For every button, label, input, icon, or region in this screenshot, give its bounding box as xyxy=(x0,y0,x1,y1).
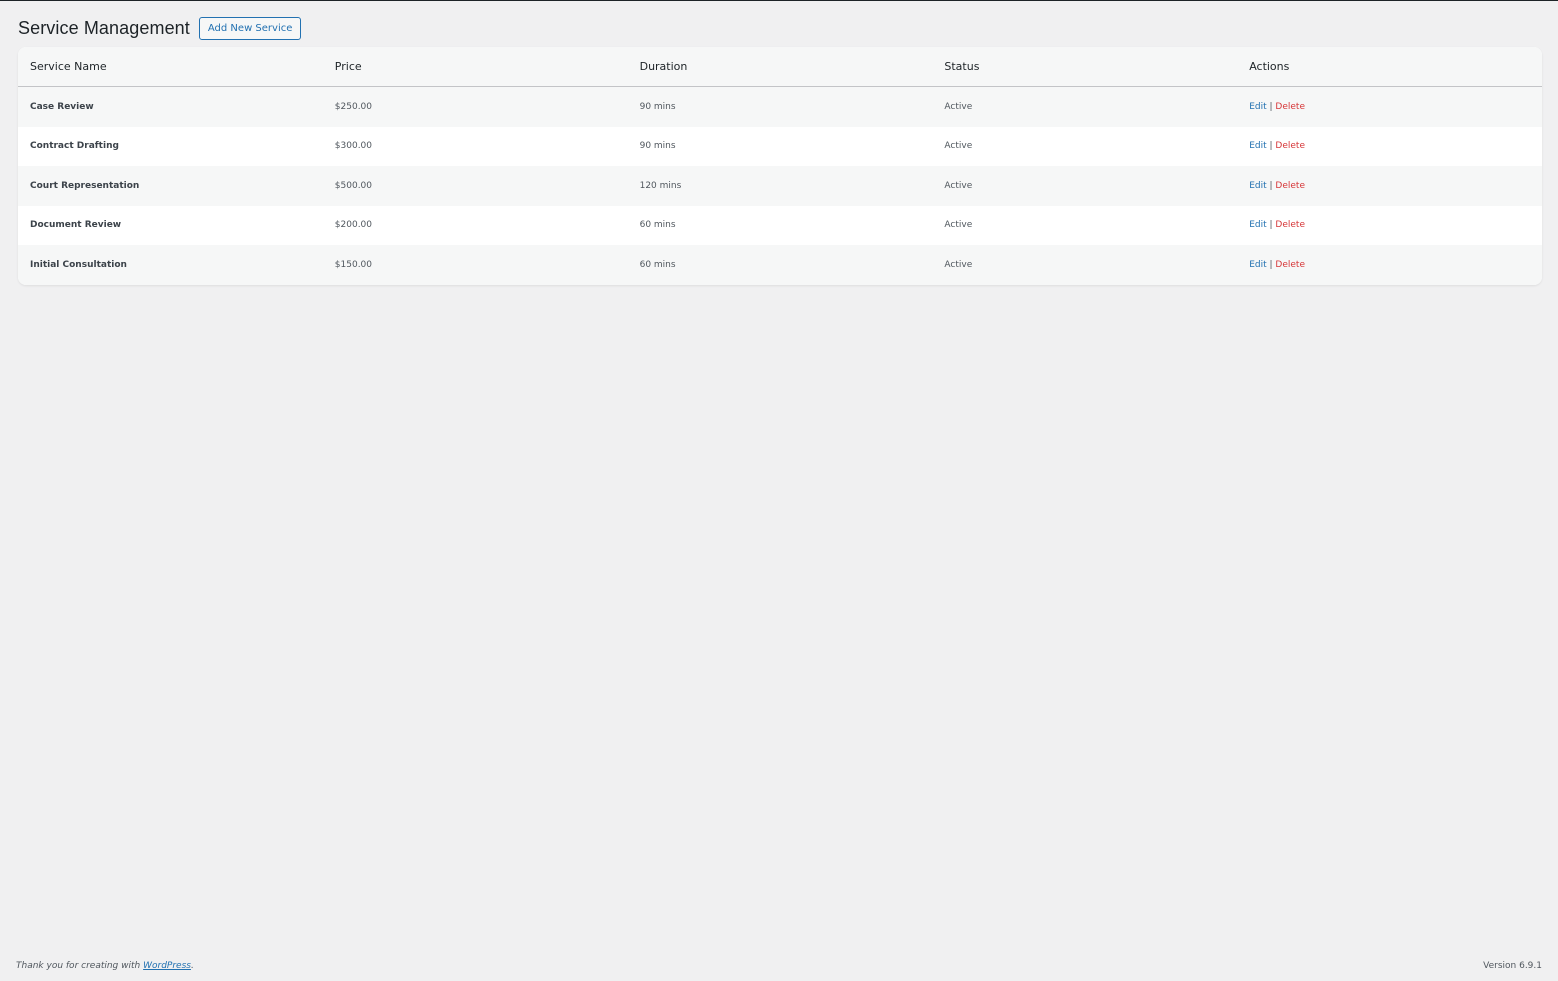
service-actions: Edit | Delete xyxy=(1237,86,1542,127)
service-status: Active xyxy=(932,86,1238,127)
action-separator: | xyxy=(1269,220,1273,231)
service-price: $150.00 xyxy=(322,245,628,285)
footer-thanks: Thank you for creating with WordPress. xyxy=(16,961,194,971)
action-separator: | xyxy=(1269,141,1273,152)
edit-link[interactable]: Edit xyxy=(1249,220,1266,230)
column-header-service-name: Service Name xyxy=(18,47,323,87)
page-title: Service Management xyxy=(18,18,190,38)
table-header-row: Service Name Price Duration Status Actio… xyxy=(18,47,1542,87)
wordpress-link[interactable]: WordPress xyxy=(143,961,191,971)
action-separator: | xyxy=(1269,180,1273,191)
delete-link[interactable]: Delete xyxy=(1275,102,1305,112)
delete-link[interactable]: Delete xyxy=(1275,220,1305,230)
service-duration: 120 mins xyxy=(627,166,933,206)
service-actions: Edit | Delete xyxy=(1237,206,1542,246)
column-header-duration: Duration xyxy=(627,47,933,87)
column-header-status: Status xyxy=(932,47,1238,87)
footer-version: Version 6.9.1 xyxy=(1483,961,1542,971)
service-price: $300.00 xyxy=(334,141,373,152)
service-price: $250.00 xyxy=(322,86,628,127)
service-actions: Edit | Delete xyxy=(1237,127,1542,167)
services-table-card: Service Name Price Duration Status Actio… xyxy=(18,47,1542,285)
add-new-service-button[interactable]: Add New Service xyxy=(198,17,302,40)
service-status: Active xyxy=(932,166,1238,206)
service-duration: 90 mins xyxy=(639,141,676,152)
service-price: $500.00 xyxy=(322,166,628,206)
table-row: Case Review $250.00 90 mins Active Edit | De… xyxy=(18,86,1542,127)
service-status: Active xyxy=(932,245,1238,285)
table-row: Contract Drafting $300.00 90 mins Active Edi… xyxy=(18,127,1542,167)
table-row: Document Review $200.00 60 mins Active Edit … xyxy=(18,206,1542,246)
column-header-price: Price xyxy=(322,47,628,87)
service-name: Case Review xyxy=(18,86,323,127)
column-header-actions: Actions xyxy=(1237,47,1542,87)
footer-thanks-suffix: . xyxy=(190,961,194,971)
service-name: Contract Drafting xyxy=(30,141,119,152)
edit-link[interactable]: Edit xyxy=(1249,260,1266,270)
service-status: Active xyxy=(944,141,973,152)
service-name: Court Representation xyxy=(18,166,323,206)
edit-link[interactable]: Edit xyxy=(1249,102,1266,112)
delete-link[interactable]: Delete xyxy=(1275,141,1305,151)
edit-link[interactable]: Edit xyxy=(1249,181,1266,191)
service-actions: Edit | Delete xyxy=(1237,245,1542,285)
action-separator: | xyxy=(1269,259,1273,270)
footer-thanks-text: Thank you for creating with xyxy=(16,961,144,971)
delete-link[interactable]: Delete xyxy=(1275,260,1305,270)
service-name: Document Review xyxy=(30,220,122,231)
edit-link[interactable]: Edit xyxy=(1249,141,1266,151)
service-name: Initial Consultation xyxy=(18,245,323,285)
service-duration: 60 mins xyxy=(627,245,933,285)
service-duration: 60 mins xyxy=(639,220,676,231)
service-duration: 90 mins xyxy=(627,86,933,127)
services-table: Service Name Price Duration Status Actio… xyxy=(18,47,1542,285)
delete-link[interactable]: Delete xyxy=(1275,181,1305,191)
service-price: $200.00 xyxy=(334,220,373,231)
service-actions: Edit | Delete xyxy=(1237,166,1542,206)
table-row: Initial Consultation $150.00 60 mins Active… xyxy=(18,245,1542,285)
action-separator: | xyxy=(1269,101,1273,112)
page-header: Service Management Add New Service xyxy=(18,17,302,40)
service-status: Active xyxy=(944,220,973,231)
table-row: Court Representation $500.00 120 mins Activ… xyxy=(18,166,1542,206)
